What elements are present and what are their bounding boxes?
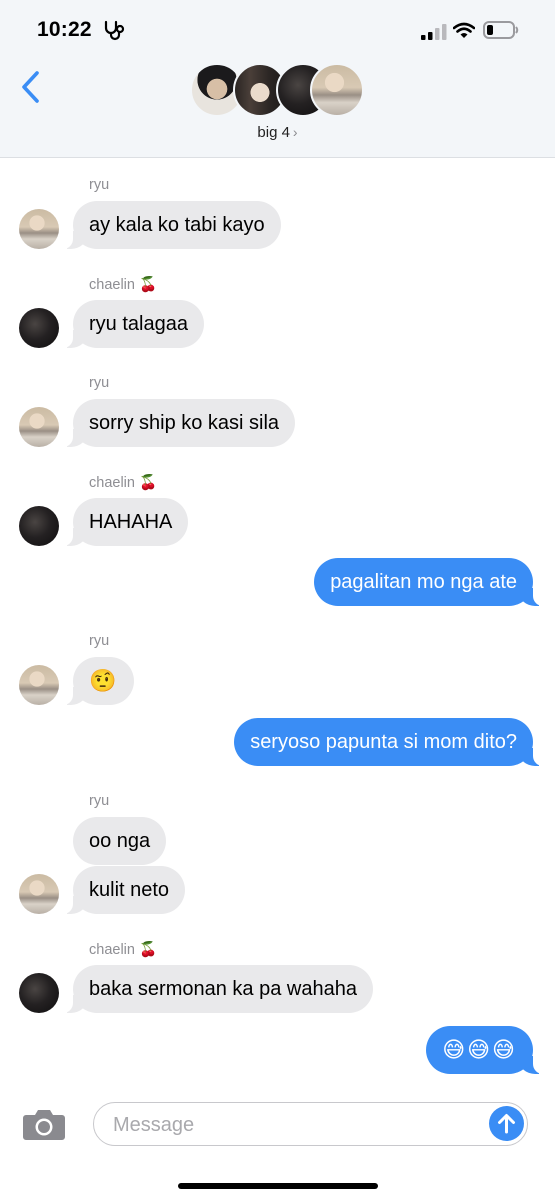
message-field[interactable]: [93, 1102, 528, 1146]
avatar[interactable]: [19, 973, 59, 1013]
message-text: kulit neto: [89, 879, 170, 901]
send-button[interactable]: [489, 1106, 524, 1141]
cellular-signal-icon: [421, 24, 447, 40]
sender-name: ryu: [89, 177, 110, 193]
member-avatar: [310, 63, 364, 117]
avatar[interactable]: [19, 407, 59, 447]
home-indicator[interactable]: [178, 1183, 378, 1189]
incoming-message-bubble[interactable]: ay kala ko tabi kayo: [63, 201, 281, 249]
incoming-message-bubble[interactable]: HAHAHA: [62, 498, 189, 546]
group-avatar-stack[interactable]: [190, 63, 366, 119]
outgoing-message-bubble[interactable]: pagalitan mo nga ate: [314, 558, 543, 606]
avatar[interactable]: [19, 506, 59, 546]
sender-name: ryu: [89, 793, 110, 809]
sender-name: ryu: [89, 375, 110, 391]
sender-name: chaelin 🍒: [89, 942, 158, 958]
message-input[interactable]: [111, 1111, 485, 1139]
message-text: HAHAHA: [89, 511, 173, 533]
message-text: baka sermonan ka pa wahaha: [89, 978, 357, 1000]
chevron-right-icon: ›: [292, 124, 298, 140]
message-text: pagalitan mo nga ate: [330, 571, 517, 593]
group-name-button[interactable]: big 4 ›: [0, 124, 555, 141]
avatar[interactable]: [19, 308, 59, 348]
message-text: seryoso papunta si mom dito?: [250, 731, 517, 753]
outgoing-message-bubble[interactable]: seryoso papunta si mom dito?: [234, 718, 543, 766]
message-text: ay kala ko tabi kayo: [89, 214, 265, 236]
sender-name: chaelin 🍒: [89, 277, 158, 293]
incoming-message-bubble[interactable]: baka sermonan ka pa wahaha: [63, 965, 373, 1013]
avatar[interactable]: [19, 665, 59, 705]
message-text: oo nga: [89, 830, 151, 852]
incoming-message-bubble[interactable]: 🤨: [62, 657, 135, 705]
group-name: big 4: [257, 124, 290, 141]
incoming-message-bubble[interactable]: oo nga: [73, 817, 167, 865]
stethoscope-icon: [104, 20, 125, 41]
incoming-message-bubble[interactable]: kulit neto: [62, 866, 186, 914]
camera-icon[interactable]: [22, 1107, 66, 1141]
sender-name: chaelin 🍒: [89, 475, 158, 491]
outgoing-message-bubble[interactable]: 😅😅😅: [426, 1026, 543, 1074]
message-text: 🤨: [89, 668, 119, 693]
message-text: sorry ship ko kasi sila: [89, 412, 280, 434]
wifi-icon: [453, 22, 475, 38]
status-bar: 10:22: [0, 0, 555, 60]
battery-icon: [483, 21, 519, 39]
status-time: 10:22: [37, 18, 92, 41]
avatar[interactable]: [19, 209, 59, 249]
avatar[interactable]: [19, 874, 59, 914]
chevron-left-icon[interactable]: [20, 70, 42, 104]
message-text: 😅😅😅: [442, 1037, 517, 1062]
message-text: ryu talagaa: [89, 313, 188, 335]
incoming-message-bubble[interactable]: sorry ship ko kasi sila: [62, 399, 296, 447]
sender-name: ryu: [89, 633, 110, 649]
incoming-message-bubble[interactable]: ryu talagaa: [63, 300, 204, 348]
arrow-up-icon: [498, 1114, 515, 1134]
